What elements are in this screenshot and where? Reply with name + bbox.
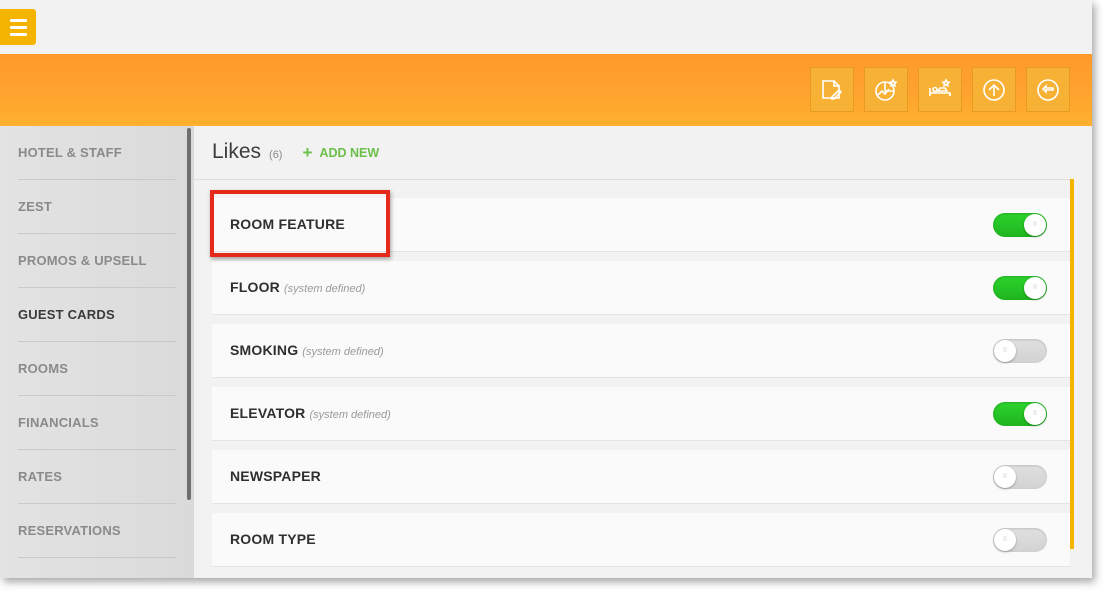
toggle-knob: II	[994, 339, 1016, 362]
plus-icon: +	[302, 143, 313, 162]
toolbar-icons	[810, 67, 1070, 112]
sidebar-item-financials[interactable]: FINANCIALS	[18, 396, 176, 450]
toggle-knob: II	[994, 528, 1016, 551]
sidebar-item-reservations[interactable]: RESERVATIONS	[18, 504, 176, 558]
sidebar-item-guest-cards[interactable]: GUEST CARDS	[18, 288, 176, 342]
star-chart-button[interactable]	[864, 67, 908, 112]
row-text: SMOKING (system defined)	[230, 342, 384, 360]
sidebar-item-label: GUEST CARDS	[18, 307, 115, 322]
row-label: FLOOR	[230, 278, 280, 295]
enabled-toggle[interactable]: II	[993, 275, 1047, 300]
enabled-toggle[interactable]: II	[993, 212, 1047, 237]
row-text: NEWSPAPER	[230, 468, 325, 486]
toggle-knob: II	[1024, 213, 1046, 236]
sidebar: HOTEL & STAFF ZEST PROMOS & UPSELL GUEST…	[0, 126, 194, 578]
exit-button[interactable]	[1026, 67, 1070, 112]
sidebar-item-label: PROMOS & UPSELL	[18, 253, 147, 268]
row-note: (system defined)	[302, 345, 384, 358]
app-window: HOTEL & STAFF ZEST PROMOS & UPSELL GUEST…	[0, 0, 1092, 578]
sidebar-scrollbar[interactable]	[187, 128, 191, 500]
sidebar-item-label: HOTEL & STAFF	[18, 145, 122, 160]
hamburger-icon-line	[9, 32, 27, 36]
page-title: Likes	[212, 140, 262, 163]
row-label: ROOM TYPE	[230, 530, 316, 547]
bed-star-icon	[929, 77, 951, 96]
hamburger-menu-button[interactable]	[0, 9, 36, 45]
top-toolbar	[0, 54, 1092, 126]
row-label: SMOKING	[230, 341, 299, 358]
list-item[interactable]: ROOM FEATURE II	[212, 198, 1070, 252]
sidebar-item-hotel-staff[interactable]: HOTEL & STAFF	[18, 126, 176, 180]
toggle-knob: II	[1024, 402, 1046, 425]
row-label: NEWSPAPER	[230, 467, 321, 484]
document-edit-button[interactable]	[810, 67, 854, 112]
enabled-toggle[interactable]: II	[993, 401, 1047, 426]
sidebar-item-rooms[interactable]: ROOMS	[18, 342, 176, 396]
row-text: ROOM TYPE	[230, 531, 320, 549]
exit-icon	[1037, 78, 1059, 101]
row-note: (system defined)	[284, 282, 366, 295]
row-note: (system defined)	[309, 408, 391, 421]
hamburger-icon-line	[9, 25, 27, 29]
toggle-knob: II	[994, 465, 1016, 488]
sidebar-item-label: ROOMS	[18, 361, 69, 376]
sidebar-item-label: FINANCIALS	[18, 415, 99, 430]
enabled-toggle[interactable]: II	[993, 527, 1047, 552]
main-content: Likes (6) + ADD NEW ROOM FEATURE II FLOO…	[194, 126, 1092, 578]
enabled-toggle[interactable]: II	[993, 338, 1047, 363]
header-divider	[194, 179, 1074, 180]
list-item[interactable]: SMOKING (system defined) II	[212, 324, 1070, 378]
row-text: ELEVATOR (system defined)	[230, 405, 391, 423]
sidebar-item-label: RATES	[18, 469, 63, 484]
row-label: ROOM FEATURE	[230, 215, 345, 232]
upload-icon	[983, 78, 1005, 101]
list-scrollbar[interactable]	[1070, 179, 1074, 549]
star-chart-icon	[875, 77, 898, 101]
sidebar-item-zest[interactable]: ZEST	[18, 180, 176, 234]
row-label: ELEVATOR	[230, 404, 306, 421]
list-item[interactable]: ROOM TYPE II	[212, 513, 1070, 567]
bed-star-button[interactable]	[918, 67, 962, 112]
list-item[interactable]: NEWSPAPER II	[212, 450, 1070, 504]
add-new-button[interactable]: + ADD NEW	[302, 143, 379, 163]
page-header: Likes (6) + ADD NEW	[212, 140, 379, 164]
item-count: (6)	[269, 149, 283, 161]
sidebar-item-promos-upsell[interactable]: PROMOS & UPSELL	[18, 234, 176, 288]
row-text: FLOOR (system defined)	[230, 279, 365, 297]
sidebar-item-label: RESERVATIONS	[18, 523, 121, 538]
upload-button[interactable]	[972, 67, 1016, 112]
row-text: ROOM FEATURE	[230, 216, 349, 234]
list-item[interactable]: ELEVATOR (system defined) II	[212, 387, 1070, 441]
enabled-toggle[interactable]: II	[993, 464, 1047, 489]
document-edit-icon	[822, 79, 843, 100]
sidebar-item-label: ZEST	[18, 199, 53, 214]
sidebar-item-rates[interactable]: RATES	[18, 450, 176, 504]
toggle-knob: II	[1024, 276, 1046, 299]
hamburger-icon	[9, 18, 27, 22]
list-item[interactable]: FLOOR (system defined) II	[212, 261, 1070, 315]
add-new-label: ADD NEW	[319, 146, 380, 160]
